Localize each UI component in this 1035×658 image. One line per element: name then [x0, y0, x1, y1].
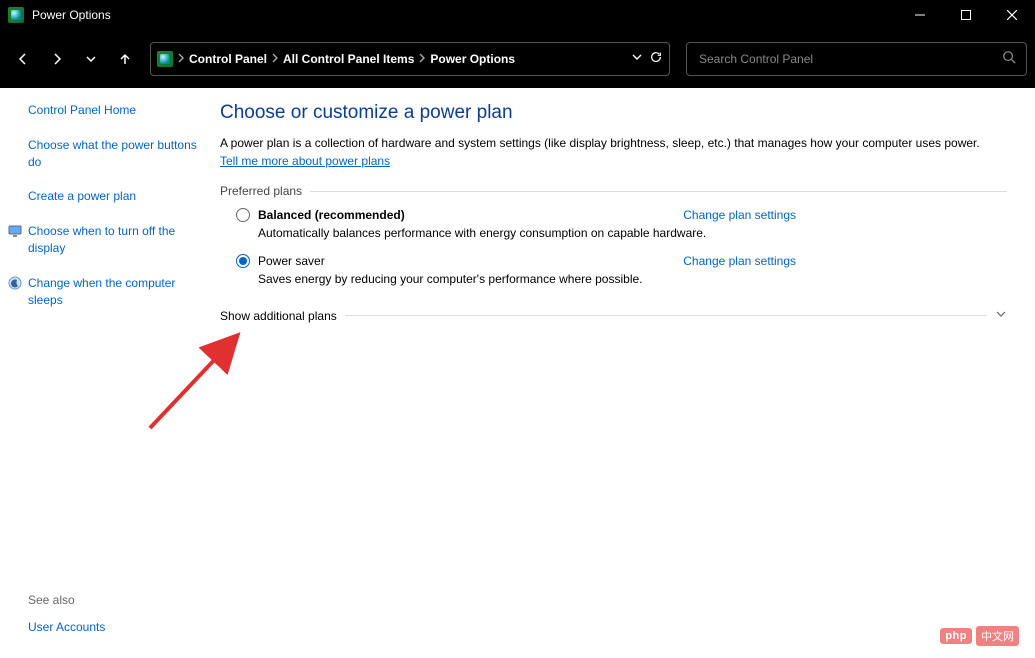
search-icon[interactable]: [1002, 50, 1016, 67]
preferred-plans-label: Preferred plans: [220, 184, 302, 198]
plan-name-balanced[interactable]: Balanced (recommended): [258, 208, 405, 222]
main-panel: ? Choose or customize a power plan A pow…: [210, 88, 1035, 658]
plan-power-saver: Power saver Change plan settings Saves e…: [236, 254, 796, 286]
plan-desc-power-saver: Saves energy by reducing your computer's…: [258, 272, 796, 286]
breadcrumb-leaf[interactable]: Power Options: [430, 52, 515, 66]
maximize-button[interactable]: [943, 0, 989, 30]
window-title: Power Options: [32, 8, 111, 22]
chevron-down-icon[interactable]: [631, 51, 643, 66]
chevron-down-icon: [995, 308, 1007, 323]
page-heading: Choose or customize a power plan: [220, 102, 1007, 124]
chevron-right-icon: [271, 52, 279, 66]
search-box[interactable]: [686, 42, 1027, 76]
sidebar: Control Panel Home Choose what the power…: [0, 88, 210, 658]
watermark-text: 中文网: [976, 626, 1019, 646]
watermark: php 中文网: [940, 626, 1019, 646]
title-bar: Power Options: [0, 0, 1035, 30]
plan-name-power-saver[interactable]: Power saver: [258, 254, 325, 268]
intro-text: A power plan is a collection of hardware…: [220, 136, 980, 150]
sidebar-link-buttons[interactable]: Choose what the power buttons do: [28, 137, 198, 171]
close-button[interactable]: [989, 0, 1035, 30]
show-additional-plans[interactable]: Show additional plans: [220, 308, 1007, 323]
recent-locations-button[interactable]: [76, 44, 106, 74]
divider: [310, 191, 1007, 192]
location-icon: [157, 51, 173, 67]
plan-balanced: Balanced (recommended) Change plan setti…: [236, 208, 796, 240]
preferred-plans-header: Preferred plans: [220, 184, 1007, 198]
sidebar-home[interactable]: Control Panel Home: [28, 102, 198, 119]
divider: [345, 315, 987, 316]
chevron-right-icon: [418, 52, 426, 66]
display-icon: [8, 224, 22, 238]
refresh-button[interactable]: [649, 50, 663, 67]
search-input[interactable]: [697, 51, 1002, 67]
chevron-right-icon: [177, 52, 185, 66]
see-also-label: See also: [28, 593, 210, 607]
content-area: Control Panel Home Choose what the power…: [0, 88, 1035, 658]
address-bar[interactable]: Control Panel All Control Panel Items Po…: [150, 42, 670, 76]
change-settings-balanced[interactable]: Change plan settings: [683, 208, 796, 222]
radio-balanced[interactable]: [236, 208, 250, 222]
sidebar-link-create-plan[interactable]: Create a power plan: [28, 188, 198, 205]
change-settings-power-saver[interactable]: Change plan settings: [683, 254, 796, 268]
nav-bar: Control Panel All Control Panel Items Po…: [0, 30, 1035, 88]
page-intro: A power plan is a collection of hardware…: [220, 134, 990, 170]
up-button[interactable]: [110, 44, 140, 74]
watermark-logo: php: [940, 628, 972, 644]
plan-desc-balanced: Automatically balances performance with …: [258, 226, 796, 240]
radio-power-saver[interactable]: [236, 254, 250, 268]
sidebar-link-user-accounts[interactable]: User Accounts: [28, 619, 198, 636]
sidebar-link-turn-off-display[interactable]: Choose when to turn off the display: [28, 223, 198, 257]
forward-button[interactable]: [42, 44, 72, 74]
app-icon: [8, 7, 24, 23]
breadcrumb-mid[interactable]: All Control Panel Items: [283, 52, 414, 66]
show-additional-label: Show additional plans: [220, 309, 337, 323]
intro-link[interactable]: Tell me more about power plans: [220, 154, 390, 168]
sidebar-link-sleep[interactable]: Change when the computer sleeps: [28, 275, 198, 309]
sleep-icon: [8, 276, 22, 290]
back-button[interactable]: [8, 44, 38, 74]
minimize-button[interactable]: [897, 0, 943, 30]
breadcrumb-root[interactable]: Control Panel: [189, 52, 267, 66]
